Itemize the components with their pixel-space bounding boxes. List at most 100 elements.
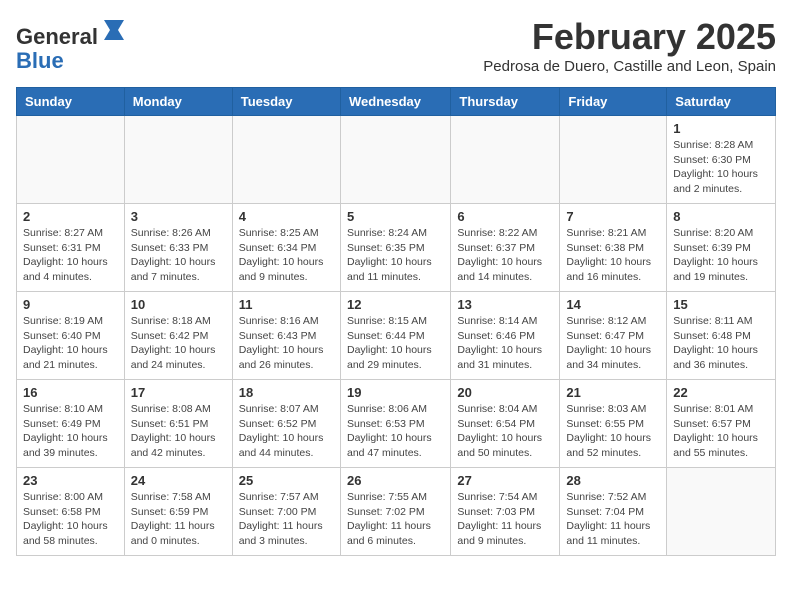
day-cell: [667, 468, 776, 556]
day-info: Sunrise: 8:19 AM Sunset: 6:40 PM Dayligh…: [23, 314, 118, 373]
day-cell: [232, 116, 340, 204]
header: General Blue February 2025 Pedrosa de Du…: [16, 16, 776, 75]
day-number: 16: [23, 385, 118, 400]
day-info: Sunrise: 8:11 AM Sunset: 6:48 PM Dayligh…: [673, 314, 769, 373]
day-info: Sunrise: 8:10 AM Sunset: 6:49 PM Dayligh…: [23, 402, 118, 461]
week-row-1: 1 Sunrise: 8:28 AM Sunset: 6:30 PM Daylig…: [17, 116, 776, 204]
page: General Blue February 2025 Pedrosa de Du…: [0, 0, 792, 572]
day-cell: 23Sunrise: 8:00 AM Sunset: 6:58 PM Dayli…: [17, 468, 125, 556]
day-cell: 27 Sunrise: 7:54 AM Sunset: 7:03 PM Dayli…: [451, 468, 560, 556]
day-cell: 26 Sunrise: 7:55 AM Sunset: 7:02 PM Dayli…: [340, 468, 450, 556]
day-info: Sunrise: 7:54 AM Sunset: 7:03 PM Dayligh…: [457, 490, 553, 549]
day-info: Sunrise: 7:57 AM Sunset: 7:00 PM Dayligh…: [239, 490, 334, 549]
calendar-table: SundayMondayTuesdayWednesdayThursdayFrid…: [16, 87, 776, 556]
day-number: 26: [347, 473, 444, 488]
day-info: Sunrise: 8:04 AM Sunset: 6:54 PM Dayligh…: [457, 402, 553, 461]
day-cell: 10 Sunrise: 8:18 AM Sunset: 6:42 PM Dayli…: [124, 292, 232, 380]
day-number: 11: [239, 297, 334, 312]
day-number: 8: [673, 209, 769, 224]
day-number: 28: [566, 473, 660, 488]
day-info: Sunrise: 8:06 AM Sunset: 6:53 PM Dayligh…: [347, 402, 444, 461]
day-cell: 22 Sunrise: 8:01 AM Sunset: 6:57 PM Dayli…: [667, 380, 776, 468]
day-number: 3: [131, 209, 226, 224]
day-cell: 6 Sunrise: 8:22 AM Sunset: 6:37 PM Daylig…: [451, 204, 560, 292]
calendar-header-row: SundayMondayTuesdayWednesdayThursdayFrid…: [17, 88, 776, 116]
day-cell: 7Sunrise: 8:21 AM Sunset: 6:38 PM Daylig…: [560, 204, 667, 292]
logo-text: General: [16, 16, 128, 49]
day-info: Sunrise: 8:01 AM Sunset: 6:57 PM Dayligh…: [673, 402, 769, 461]
day-info: Sunrise: 8:21 AM Sunset: 6:38 PM Dayligh…: [566, 226, 660, 285]
day-cell: 21 Sunrise: 8:03 AM Sunset: 6:55 PM Dayli…: [560, 380, 667, 468]
calendar-subtitle: Pedrosa de Duero, Castille and Leon, Spa…: [483, 58, 776, 75]
day-cell: 24 Sunrise: 7:58 AM Sunset: 6:59 PM Dayli…: [124, 468, 232, 556]
col-header-wednesday: Wednesday: [340, 88, 450, 116]
day-number: 27: [457, 473, 553, 488]
day-number: 21: [566, 385, 660, 400]
logo-blue-text: Blue: [16, 49, 128, 73]
day-info: Sunrise: 8:03 AM Sunset: 6:55 PM Dayligh…: [566, 402, 660, 461]
day-cell: 18 Sunrise: 8:07 AM Sunset: 6:52 PM Dayli…: [232, 380, 340, 468]
day-number: 14: [566, 297, 660, 312]
day-cell: 19 Sunrise: 8:06 AM Sunset: 6:53 PM Dayli…: [340, 380, 450, 468]
week-row-4: 16 Sunrise: 8:10 AM Sunset: 6:49 PM Dayli…: [17, 380, 776, 468]
day-number: 2: [23, 209, 118, 224]
col-header-monday: Monday: [124, 88, 232, 116]
day-cell: [17, 116, 125, 204]
day-number: 15: [673, 297, 769, 312]
day-info: Sunrise: 8:22 AM Sunset: 6:37 PM Dayligh…: [457, 226, 553, 285]
day-number: 5: [347, 209, 444, 224]
day-info: Sunrise: 8:26 AM Sunset: 6:33 PM Dayligh…: [131, 226, 226, 285]
day-info: Sunrise: 7:52 AM Sunset: 7:04 PM Dayligh…: [566, 490, 660, 549]
day-cell: 2 Sunrise: 8:27 AM Sunset: 6:31 PM Daylig…: [17, 204, 125, 292]
day-info: Sunrise: 8:00 AM Sunset: 6:58 PM Dayligh…: [23, 490, 118, 549]
day-info: Sunrise: 8:25 AM Sunset: 6:34 PM Dayligh…: [239, 226, 334, 285]
day-info: Sunrise: 7:55 AM Sunset: 7:02 PM Dayligh…: [347, 490, 444, 549]
calendar-title: February 2025: [483, 16, 776, 58]
week-row-2: 2 Sunrise: 8:27 AM Sunset: 6:31 PM Daylig…: [17, 204, 776, 292]
day-info: Sunrise: 8:24 AM Sunset: 6:35 PM Dayligh…: [347, 226, 444, 285]
day-number: 9: [23, 297, 118, 312]
day-number: 18: [239, 385, 334, 400]
day-cell: 20 Sunrise: 8:04 AM Sunset: 6:54 PM Dayli…: [451, 380, 560, 468]
day-info: Sunrise: 8:16 AM Sunset: 6:43 PM Dayligh…: [239, 314, 334, 373]
day-cell: 14 Sunrise: 8:12 AM Sunset: 6:47 PM Dayli…: [560, 292, 667, 380]
col-header-thursday: Thursday: [451, 88, 560, 116]
day-cell: [124, 116, 232, 204]
col-header-friday: Friday: [560, 88, 667, 116]
logo: General Blue: [16, 16, 128, 73]
col-header-sunday: Sunday: [17, 88, 125, 116]
day-cell: 3 Sunrise: 8:26 AM Sunset: 6:33 PM Daylig…: [124, 204, 232, 292]
day-number: 17: [131, 385, 226, 400]
day-cell: 9 Sunrise: 8:19 AM Sunset: 6:40 PM Daylig…: [17, 292, 125, 380]
day-number: 13: [457, 297, 553, 312]
col-header-saturday: Saturday: [667, 88, 776, 116]
col-header-tuesday: Tuesday: [232, 88, 340, 116]
logo-general: General: [16, 24, 98, 49]
day-cell: [340, 116, 450, 204]
day-info: Sunrise: 7:58 AM Sunset: 6:59 PM Dayligh…: [131, 490, 226, 549]
day-info: Sunrise: 8:27 AM Sunset: 6:31 PM Dayligh…: [23, 226, 118, 285]
day-cell: [560, 116, 667, 204]
day-number: 19: [347, 385, 444, 400]
day-number: 24: [131, 473, 226, 488]
day-number: 20: [457, 385, 553, 400]
day-number: 12: [347, 297, 444, 312]
day-number: 10: [131, 297, 226, 312]
day-info: Sunrise: 8:20 AM Sunset: 6:39 PM Dayligh…: [673, 226, 769, 285]
day-info: Sunrise: 8:07 AM Sunset: 6:52 PM Dayligh…: [239, 402, 334, 461]
day-info: Sunrise: 8:18 AM Sunset: 6:42 PM Dayligh…: [131, 314, 226, 373]
day-cell: 8 Sunrise: 8:20 AM Sunset: 6:39 PM Daylig…: [667, 204, 776, 292]
day-cell: 28 Sunrise: 7:52 AM Sunset: 7:04 PM Dayli…: [560, 468, 667, 556]
day-number: 22: [673, 385, 769, 400]
day-number: 6: [457, 209, 553, 224]
day-number: 1: [673, 121, 769, 136]
day-cell: 4 Sunrise: 8:25 AM Sunset: 6:34 PM Daylig…: [232, 204, 340, 292]
day-cell: 17Sunrise: 8:08 AM Sunset: 6:51 PM Dayli…: [124, 380, 232, 468]
day-info: Sunrise: 8:15 AM Sunset: 6:44 PM Dayligh…: [347, 314, 444, 373]
week-row-5: 23Sunrise: 8:00 AM Sunset: 6:58 PM Dayli…: [17, 468, 776, 556]
day-info: Sunrise: 8:12 AM Sunset: 6:47 PM Dayligh…: [566, 314, 660, 373]
day-number: 4: [239, 209, 334, 224]
day-cell: 25Sunrise: 7:57 AM Sunset: 7:00 PM Dayli…: [232, 468, 340, 556]
day-cell: 1 Sunrise: 8:28 AM Sunset: 6:30 PM Daylig…: [667, 116, 776, 204]
day-info: Sunrise: 8:28 AM Sunset: 6:30 PM Dayligh…: [673, 138, 769, 197]
